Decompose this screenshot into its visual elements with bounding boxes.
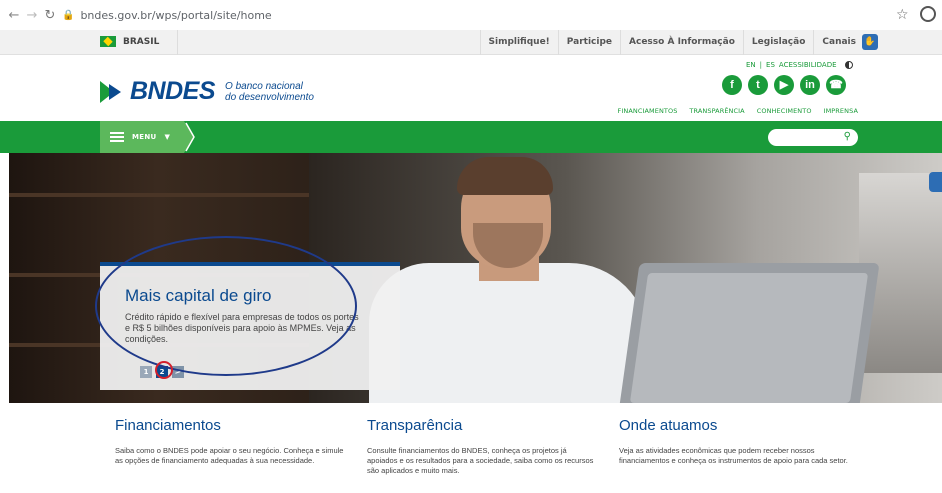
lang-en-link[interactable]: EN <box>746 61 756 69</box>
menu-bar: MENU ▼ ⚲ <box>0 121 942 153</box>
browser-toolbar: ← → ↻ 🔒 bndes.gov.br/wps/portal/site/hom… <box>0 0 942 30</box>
nav-transparencia[interactable]: TRANSPARÊNCIA <box>689 107 744 115</box>
hero-slide-card[interactable]: Mais capital de giro Crédito rápido e fl… <box>100 262 400 390</box>
gov-link-acesso-informacao[interactable]: Acesso À Informação <box>620 30 743 55</box>
lang-es-link[interactable]: ES <box>766 61 775 69</box>
accessibility-link[interactable]: ACESSIBILIDADE <box>779 61 837 69</box>
hamburger-icon <box>110 132 124 142</box>
bookmark-star-icon[interactable]: ☆ <box>896 7 909 23</box>
gov-link-canais[interactable]: Canais <box>813 30 864 55</box>
url-text[interactable]: bndes.gov.br/wps/portal/site/home <box>80 9 271 22</box>
laptop-image <box>618 263 880 403</box>
facebook-icon[interactable]: f <box>722 75 742 95</box>
language-links: EN | ES ACESSIBILIDADE <box>746 61 853 69</box>
accessibility-side-tab-icon[interactable] <box>929 172 942 192</box>
brasil-link[interactable]: BRASIL <box>100 36 159 47</box>
back-arrow-icon[interactable]: ← <box>6 7 22 23</box>
slide-page-1[interactable]: 1 <box>140 366 152 378</box>
menu-chevron-icon <box>185 122 195 152</box>
lang-separator: | <box>759 61 763 69</box>
address-bar[interactable]: 🔒 bndes.gov.br/wps/portal/site/home <box>62 3 872 27</box>
brazil-flag-icon <box>100 36 116 47</box>
tagline-line-1: O banco nacional <box>225 80 303 92</box>
gov-bar: BRASIL Simplifique! Participe Acesso À I… <box>0 30 942 55</box>
nav-conhecimento[interactable]: CONHECIMENTO <box>757 107 812 115</box>
gov-link-participe[interactable]: Participe <box>557 30 620 55</box>
accessibility-hand-icon[interactable]: ✋ <box>862 34 878 50</box>
main-nav: FINANCIAMENTOS TRANSPARÊNCIA CONHECIMENT… <box>618 107 859 115</box>
section-onde-atuamos: Onde atuamos Veja as atividades econômic… <box>619 417 849 466</box>
section-transparencia: Transparência Consulte financiamentos do… <box>367 417 597 476</box>
hero-description: Crédito rápido e flexível para empresas … <box>125 312 359 344</box>
feature-sections: Financiamentos Saiba como o BNDES pode a… <box>0 403 942 493</box>
menu-button[interactable]: MENU ▼ <box>100 121 194 153</box>
contrast-icon[interactable] <box>844 61 853 69</box>
phone-icon[interactable]: ☎ <box>826 75 846 95</box>
divider <box>177 30 178 55</box>
section-title[interactable]: Financiamentos <box>115 417 345 434</box>
menu-label: MENU <box>132 133 157 141</box>
caret-down-icon: ▼ <box>164 133 170 141</box>
bndes-logo[interactable]: BNDES O banco nacional do desenvolviment… <box>100 77 314 106</box>
section-financiamentos: Financiamentos Saiba como o BNDES pode a… <box>115 417 345 466</box>
section-title[interactable]: Transparência <box>367 417 597 434</box>
section-title[interactable]: Onde atuamos <box>619 417 849 434</box>
gov-links: Simplifique! Participe Acesso À Informaç… <box>479 30 865 55</box>
twitter-icon[interactable]: t <box>748 75 768 95</box>
youtube-icon[interactable]: ▶ <box>774 75 794 95</box>
slide-page-2[interactable]: 2 <box>156 366 168 378</box>
lock-icon: 🔒 <box>62 9 75 21</box>
man-hair-image <box>457 157 553 195</box>
section-text: Consulte financiamentos do BNDES, conheç… <box>367 446 594 475</box>
forward-arrow-icon[interactable]: → <box>24 7 40 23</box>
logo-text: BNDES <box>130 77 216 105</box>
gov-link-simplifique[interactable]: Simplifique! <box>479 30 558 55</box>
man-shirt-image <box>369 263 649 403</box>
slide-pager: 1 2 > <box>140 366 184 378</box>
linkedin-icon[interactable]: in <box>800 75 820 95</box>
account-icon[interactable] <box>920 6 936 22</box>
social-links: f t ▶ in ☎ <box>722 75 846 95</box>
nav-financiamentos[interactable]: FINANCIAMENTOS <box>618 107 678 115</box>
hero-title[interactable]: Mais capital de giro <box>125 286 271 306</box>
bndes-logo-mark-icon <box>100 80 126 103</box>
nav-imprensa[interactable]: IMPRENSA <box>824 107 858 115</box>
tagline-line-2: do desenvolvimento <box>225 91 314 103</box>
site-header: BNDES O banco nacional do desenvolviment… <box>0 55 942 121</box>
search-input[interactable]: ⚲ <box>768 129 858 146</box>
section-text: Veja as atividades econômicas que podem … <box>619 446 848 465</box>
gov-link-legislacao[interactable]: Legislação <box>742 30 813 55</box>
brasil-label: BRASIL <box>123 36 160 47</box>
reload-icon[interactable]: ↻ <box>42 7 58 23</box>
section-text: Saiba como o BNDES pode apoiar o seu neg… <box>115 446 344 465</box>
slide-next-button[interactable]: > <box>172 366 184 378</box>
search-icon[interactable]: ⚲ <box>844 131 851 142</box>
logo-tagline: O banco nacional do desenvolvimento <box>225 81 314 103</box>
